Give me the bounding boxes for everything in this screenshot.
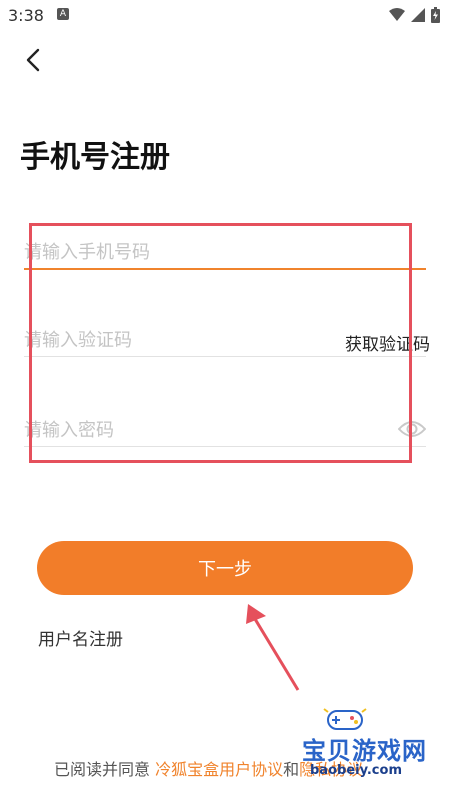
annotation-arrow-icon bbox=[246, 604, 300, 691]
status-time: 3:38 bbox=[8, 6, 44, 25]
back-button[interactable] bbox=[18, 44, 50, 76]
signal-icon bbox=[411, 8, 425, 22]
agreement-prefix: 已阅读并同意 bbox=[54, 760, 151, 779]
annotation-highlight-box bbox=[29, 223, 412, 463]
page-title: 手机号注册 bbox=[20, 140, 170, 175]
user-agreement-link[interactable]: 冷狐宝盒用户协议 bbox=[155, 760, 283, 779]
notification-badge: A bbox=[57, 8, 69, 20]
watermark-title: 宝贝游戏网 bbox=[302, 737, 427, 765]
watermark: 宝贝游戏网 baobeiy.com bbox=[272, 705, 426, 785]
watermark-url: baobeiy.com bbox=[310, 763, 402, 778]
wifi-icon bbox=[389, 8, 405, 21]
username-register-link[interactable]: 用户名注册 bbox=[38, 625, 123, 650]
battery-icon bbox=[431, 7, 440, 23]
status-bar: 3:38 A bbox=[0, 0, 450, 32]
chevron-left-icon bbox=[26, 48, 40, 72]
next-step-button[interactable]: 下一步 bbox=[37, 541, 413, 595]
status-icons bbox=[389, 7, 440, 23]
